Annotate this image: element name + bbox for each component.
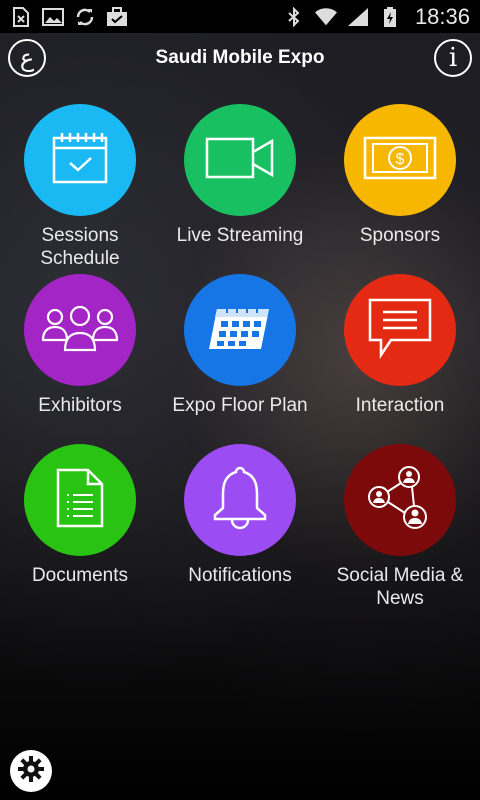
social-badge bbox=[344, 444, 456, 556]
streaming-badge bbox=[184, 104, 296, 216]
tile-expo-floor-plan[interactable]: Expo Floor Plan bbox=[160, 274, 320, 444]
chat-bubble-icon bbox=[367, 297, 433, 364]
settings-button[interactable] bbox=[10, 750, 52, 792]
tile-social-media-news[interactable]: Social Media & News bbox=[320, 444, 480, 614]
tile-sessions-schedule[interactable]: Sessions Schedule bbox=[0, 104, 160, 274]
image-icon bbox=[42, 7, 64, 27]
clock: 18:36 bbox=[414, 3, 470, 29]
floor-plan-badge bbox=[184, 274, 296, 386]
tile-exhibitors[interactable]: Exhibitors bbox=[0, 274, 160, 444]
sim-icon bbox=[10, 6, 32, 27]
info-button[interactable]: i bbox=[434, 39, 472, 77]
tile-label: Sessions Schedule bbox=[40, 225, 120, 269]
tile-label: Live Streaming bbox=[176, 225, 304, 246]
people-group-icon bbox=[39, 304, 121, 357]
document-icon bbox=[55, 467, 105, 534]
briefcase-check-icon bbox=[106, 6, 128, 27]
battery-charging-icon bbox=[379, 6, 401, 27]
video-camera-icon bbox=[204, 136, 276, 185]
menu-grid: Sessions Schedule Live Streaming $ Spons… bbox=[0, 104, 480, 614]
tile-label: Expo Floor Plan bbox=[172, 395, 308, 416]
signal-icon bbox=[347, 7, 369, 27]
tile-live-streaming[interactable]: Live Streaming bbox=[160, 104, 320, 274]
calendar-check-icon bbox=[50, 130, 110, 191]
tile-label: Sponsors bbox=[359, 225, 441, 246]
page-title: Saudi Mobile Expo bbox=[155, 47, 325, 68]
tile-label: Documents bbox=[31, 565, 129, 586]
gear-icon bbox=[17, 755, 45, 788]
tile-label: Exhibitors bbox=[38, 395, 122, 416]
sessions-badge bbox=[24, 104, 136, 216]
floor-plan-calendar-icon bbox=[207, 299, 273, 362]
exhibitors-badge bbox=[24, 274, 136, 386]
tile-notifications[interactable]: Notifications bbox=[160, 444, 320, 614]
sync-icon bbox=[74, 7, 96, 27]
tile-sponsors[interactable]: $ Sponsors bbox=[320, 104, 480, 274]
tile-interaction[interactable]: Interaction bbox=[320, 274, 480, 444]
documents-badge bbox=[24, 444, 136, 556]
tile-label: Notifications bbox=[188, 565, 292, 586]
tile-documents[interactable]: Documents bbox=[0, 444, 160, 614]
app-header: Saudi Mobile Expo bbox=[0, 33, 480, 83]
tile-label: Interaction bbox=[355, 395, 445, 416]
interaction-badge bbox=[344, 274, 456, 386]
bluetooth-icon bbox=[283, 6, 305, 27]
social-network-icon bbox=[365, 465, 435, 536]
status-bar: 18:36 bbox=[0, 0, 480, 33]
notifications-badge bbox=[184, 444, 296, 556]
language-button[interactable]: ع bbox=[8, 39, 46, 77]
tile-label: Social Media & News bbox=[336, 565, 464, 609]
dollar-bill-icon: $ bbox=[363, 136, 437, 185]
sponsors-badge: $ bbox=[344, 104, 456, 216]
svg-text:$: $ bbox=[396, 151, 405, 168]
bell-icon bbox=[210, 465, 270, 536]
wifi-icon bbox=[314, 7, 337, 27]
